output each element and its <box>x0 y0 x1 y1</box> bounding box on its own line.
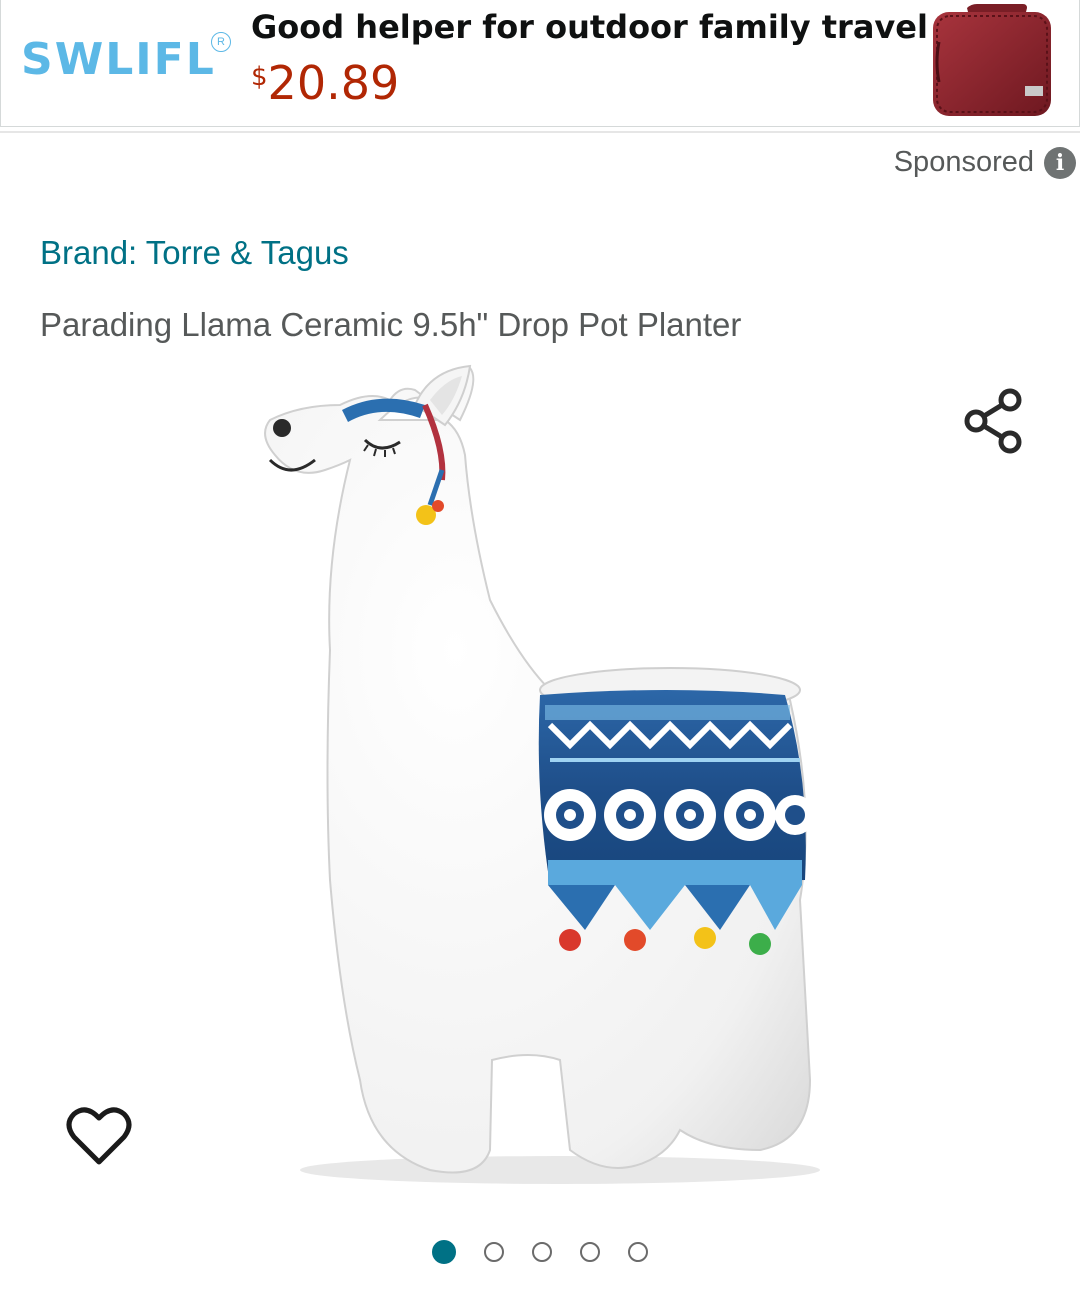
ad-price: $20.89 <box>251 56 399 110</box>
image-carousel-indicator <box>0 1240 1080 1264</box>
ad-headline: Good helper for outdoor family travel <box>251 8 928 46</box>
sponsored-label[interactable]: Sponsored i <box>894 146 1076 179</box>
ad-price-currency: $ <box>251 62 268 92</box>
registered-mark: R <box>211 32 231 52</box>
llama-planter-image[interactable] <box>230 360 830 1190</box>
brand-link[interactable]: Brand: Torre & Tagus <box>40 234 349 272</box>
sponsored-ad-banner[interactable]: SWLIFL R Good helper for outdoor family … <box>0 0 1080 127</box>
product-page: SWLIFL R Good helper for outdoor family … <box>0 0 1080 1296</box>
ad-price-amount: 20.89 <box>267 56 400 110</box>
heart-outline-icon[interactable] <box>66 1106 132 1168</box>
sponsored-text: Sponsored <box>893 146 1034 178</box>
info-icon: i <box>1044 146 1076 179</box>
carousel-dot-2[interactable] <box>484 1242 504 1262</box>
carousel-dot-5[interactable] <box>628 1242 648 1262</box>
travel-bag-thumbnail <box>933 4 1051 116</box>
carousel-dot-4[interactable] <box>580 1242 600 1262</box>
carousel-dot-1[interactable] <box>432 1240 456 1264</box>
share-icon[interactable] <box>960 386 1030 456</box>
product-title: Parading Llama Ceramic 9.5h" Drop Pot Pl… <box>40 306 742 343</box>
carousel-dot-3[interactable] <box>532 1242 552 1262</box>
ad-divider <box>0 131 1080 133</box>
ad-brand-logo: SWLIFL <box>21 34 216 85</box>
